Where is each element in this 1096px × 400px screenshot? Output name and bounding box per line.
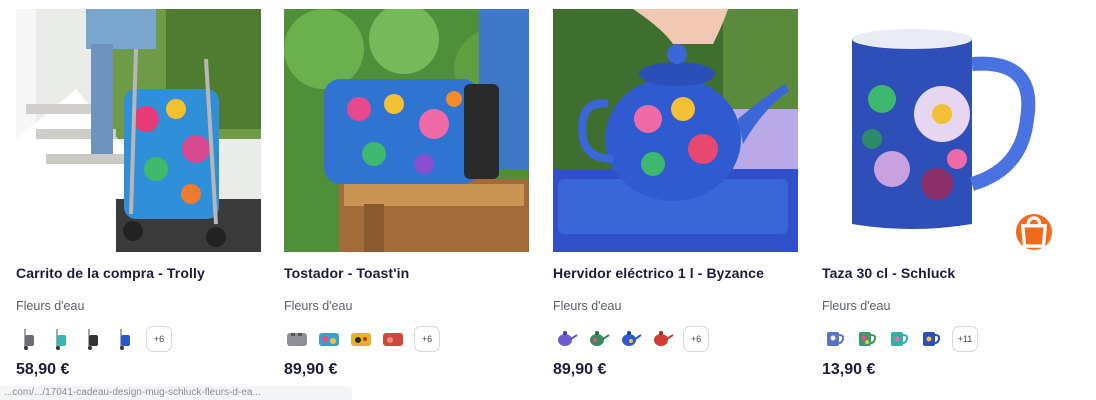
product-title[interactable]: Taza 30 cl - Schluck <box>822 265 1072 281</box>
toaster-yellow-icon[interactable] <box>348 326 374 352</box>
product-image[interactable] <box>553 9 798 252</box>
product-image[interactable] <box>284 9 529 252</box>
product-title[interactable]: Carrito de la compra - Trolly <box>16 265 266 281</box>
kettle-red-icon[interactable] <box>649 326 675 352</box>
product-collection: Fleurs d'eau <box>553 299 622 313</box>
more-colors-button[interactable]: +6 <box>146 326 172 352</box>
shopping-bag-icon <box>1020 215 1048 248</box>
color-swatches: +6 <box>553 326 709 352</box>
product-image[interactable] <box>16 9 261 252</box>
kettle-purple-icon[interactable] <box>553 326 579 352</box>
more-colors-button[interactable]: +6 <box>683 326 709 352</box>
color-swatches: +11 <box>822 326 978 352</box>
mug-teal-icon[interactable] <box>886 326 912 352</box>
trolley-black-icon[interactable] <box>80 326 106 352</box>
trolley-grey-icon[interactable] <box>16 326 42 352</box>
trolley-teal-icon[interactable] <box>48 326 74 352</box>
toaster-grey-icon[interactable] <box>284 326 310 352</box>
mug-darkblue-icon[interactable] <box>918 326 944 352</box>
product-card[interactable]: Hervidor eléctrico 1 l - Byzance Fleurs … <box>553 0 799 400</box>
more-colors-button[interactable]: +6 <box>414 326 440 352</box>
toaster-red-icon[interactable] <box>380 326 406 352</box>
product-card[interactable]: Tostador - Toast'in Fleurs d'eau +6 89,9… <box>284 0 530 400</box>
product-image[interactable] <box>822 9 1067 252</box>
color-swatches: +6 <box>284 326 440 352</box>
product-title[interactable]: Tostador - Toast'in <box>284 265 534 281</box>
product-price: 13,90 € <box>822 361 876 378</box>
color-swatches: +6 <box>16 326 172 352</box>
product-collection: Fleurs d'eau <box>16 299 85 313</box>
link-status-bar: ...com/.../17041-cadeau-design-mug-schlu… <box>0 386 352 400</box>
product-card[interactable]: Taza 30 cl - Schluck Fleurs d'eau +11 13… <box>822 0 1068 400</box>
kettle-green-icon[interactable] <box>585 326 611 352</box>
product-collection: Fleurs d'eau <box>822 299 891 313</box>
product-title[interactable]: Hervidor eléctrico 1 l - Byzance <box>553 265 803 281</box>
mug-blue-icon[interactable] <box>822 326 848 352</box>
wishlist-heart-icon[interactable] <box>499 24 521 46</box>
product-price: 89,90 € <box>553 361 607 378</box>
toaster-multicolor-icon[interactable] <box>316 326 342 352</box>
trolley-blue-icon[interactable] <box>112 326 138 352</box>
wishlist-heart-icon[interactable] <box>768 24 790 46</box>
add-to-cart-button[interactable] <box>1016 214 1052 250</box>
more-colors-button[interactable]: +11 <box>952 326 978 352</box>
mug-multicolor-icon[interactable] <box>854 326 880 352</box>
wishlist-heart-icon[interactable] <box>1037 24 1059 46</box>
product-price: 89,90 € <box>284 361 338 378</box>
product-card[interactable]: Carrito de la compra - Trolly Fleurs d'e… <box>16 0 262 400</box>
wishlist-heart-icon[interactable] <box>231 24 253 46</box>
product-collection: Fleurs d'eau <box>284 299 353 313</box>
product-price: 58,90 € <box>16 361 70 378</box>
kettle-blue-icon[interactable] <box>617 326 643 352</box>
